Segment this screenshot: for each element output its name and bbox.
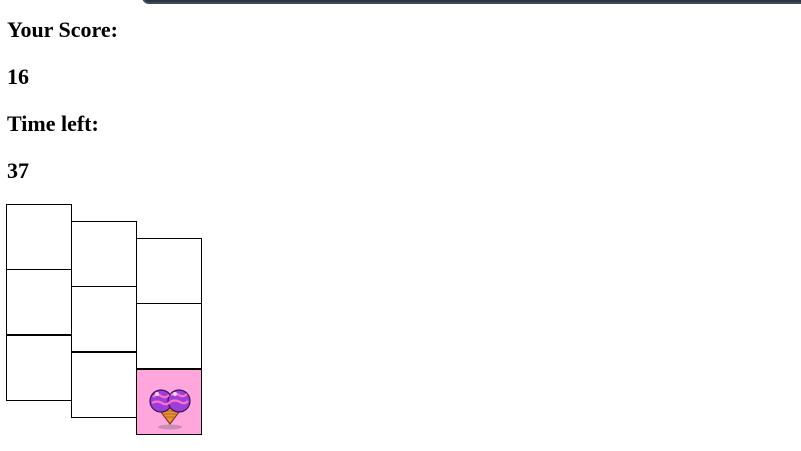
grid-cell-c1-r2[interactable] [6, 269, 72, 335]
browser-frame-edge [142, 0, 801, 4]
grid-cell-c3-r2[interactable] [136, 303, 202, 369]
grid-cell-c3-r1[interactable] [136, 238, 202, 304]
time-left-value: 37 [7, 158, 29, 183]
grid-cell-c2-r1[interactable] [71, 221, 137, 287]
grid-cell-c1-r1[interactable] [6, 204, 72, 270]
heart-ice-cream-icon[interactable] [145, 382, 195, 432]
grid-cell-c3-r3[interactable] [136, 369, 202, 435]
score-label: Your Score: [7, 17, 119, 42]
grid-cell-c1-r3[interactable] [6, 335, 72, 401]
time-left-label: Time left: [7, 111, 99, 136]
score-value: 16 [7, 64, 29, 89]
grid-cell-c2-r3[interactable] [71, 352, 137, 418]
grid-cell-c2-r2[interactable] [71, 286, 137, 352]
